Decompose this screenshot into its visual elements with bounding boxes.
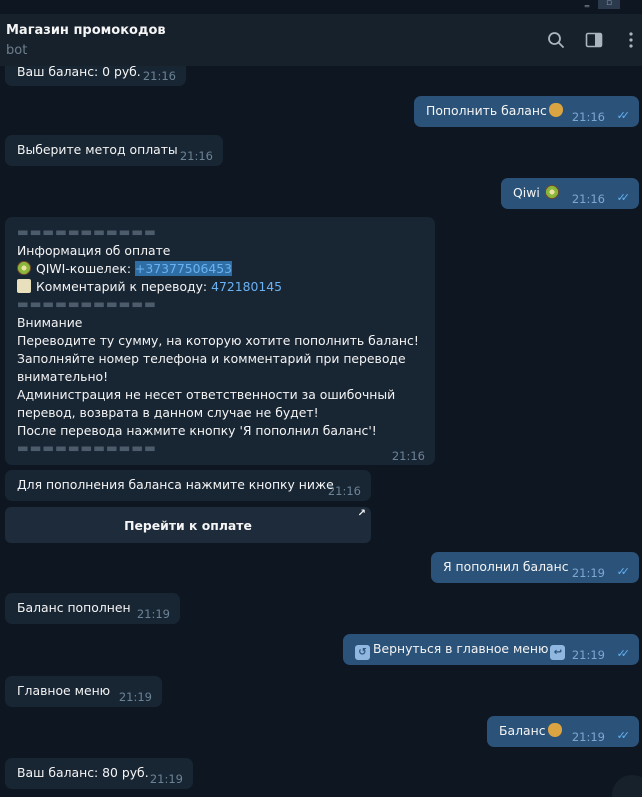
separator: ▬▬▬▬▬▬▬▬▬▬▬ [17, 296, 157, 311]
chat-title[interactable]: Магазин промокодов [6, 23, 166, 38]
scroll-down-button[interactable] [612, 775, 642, 797]
chat-subtitle: bot [6, 43, 28, 58]
message-incoming: Для пополнения баланса нажмите кнопку ни… [5, 470, 371, 501]
separator: ▬▬▬▬▬▬▬▬▬▬▬ [17, 440, 157, 455]
message-time: 21:16 [571, 110, 605, 124]
message-outgoing: Я пополнил баланс 21:19 ✓✓ [431, 552, 639, 583]
message-text: внимательно! [17, 369, 109, 384]
message-incoming: Ваш баланс: 80 руб. 21:19 [5, 758, 193, 789]
read-checkmark-icon: ✓✓ [616, 191, 631, 204]
message-outgoing: Баланс 21:19 ✓✓ [487, 716, 639, 747]
message-time: 21:19 [571, 566, 605, 580]
button-label: Перейти к оплате [124, 517, 252, 533]
external-link-icon: ↗ [357, 508, 366, 519]
read-checkmark-icon: ✓✓ [616, 647, 631, 660]
money-bag-icon [548, 103, 563, 117]
message-text: Главное меню [17, 683, 111, 698]
message-time: 21:19 [571, 648, 605, 662]
return-arrow-icon: ↩ [550, 645, 566, 660]
message-text: Баланс пополнен [17, 600, 131, 615]
message-text: Пополнить баланс [426, 103, 547, 118]
read-checkmark-icon: ✓✓ [616, 109, 631, 122]
message-text: Администрация не несет ответственности з… [17, 387, 396, 402]
message-time: 21:16 [327, 484, 361, 498]
window-controls: ‗ ▫ [576, 0, 642, 9]
message-time: 21:16 [179, 149, 213, 163]
maximize-icon[interactable]: ▫ [598, 0, 620, 9]
comment-code-link[interactable]: 472180145 [211, 279, 282, 294]
message-time: 21:16 [391, 449, 425, 463]
read-checkmark-icon: ✓✓ [616, 729, 631, 742]
search-icon[interactable] [547, 31, 565, 49]
message-text: перевод, возврата в данном случае не буд… [17, 405, 319, 420]
message-incoming: Главное меню 21:19 [5, 676, 162, 707]
chat-header: Магазин промокодов bot [0, 14, 642, 66]
message-incoming: Баланс пополнен 21:19 [5, 593, 180, 624]
message-text: Переводите ту сумму, на которую хотите п… [17, 333, 419, 348]
minimize-icon[interactable]: ‗ [576, 0, 598, 9]
message-incoming: Ваш баланс: 0 руб. 21:16 [5, 66, 186, 86]
message-list[interactable]: Ваш баланс: 0 руб. 21:16 Пополнить балан… [0, 66, 642, 797]
sidebar-toggle-icon[interactable] [585, 31, 603, 49]
payment-info-message: ▬▬▬▬▬▬▬▬▬▬▬ Информация об оплате QIWI-ко… [5, 217, 435, 465]
message-time: 21:16 [571, 192, 605, 206]
read-checkmark-icon: ✓✓ [616, 565, 631, 578]
message-text: Для пополнения баланса нажмите кнопку ни… [17, 477, 334, 492]
message-text: Вернуться в главное меню [373, 641, 549, 656]
memo-icon [17, 279, 31, 293]
kiwi-icon [17, 261, 31, 275]
go-to-payment-button[interactable]: Перейти к оплате ↗ [5, 507, 371, 543]
message-text: Ваш баланс: 0 руб. [17, 66, 141, 79]
message-text: Qiwi [513, 185, 540, 200]
wallet-label: QIWI-кошелек: [36, 261, 132, 276]
message-text: Заполняйте номер телефона и комментарий … [17, 351, 406, 366]
message-incoming: Выберите метод оплаты 21:16 [5, 135, 223, 166]
message-outgoing: Пополнить баланс 21:16 ✓✓ [414, 96, 639, 127]
message-outgoing: ↺ Вернуться в главное меню ↩ 21:19 ✓✓ [343, 634, 639, 665]
message-outgoing: Qiwi 21:16 ✓✓ [501, 178, 639, 209]
wallet-number-link[interactable]: +37377506453 [134, 261, 233, 276]
kiwi-icon [544, 185, 559, 199]
message-time: 21:19 [571, 730, 605, 744]
close-icon[interactable] [620, 0, 642, 9]
payment-heading: Информация об оплате [17, 243, 171, 258]
message-time: 21:16 [142, 69, 176, 83]
money-bag-icon [547, 723, 562, 737]
message-text: Я пополнил баланс [443, 559, 569, 574]
comment-label: Комментарий к переводу: [36, 279, 208, 294]
message-text: Выберите метод оплаты [17, 142, 178, 157]
more-icon[interactable] [622, 31, 640, 49]
message-text: После перевода нажмите кнопку 'Я пополни… [17, 423, 377, 438]
attention-text: Внимание [17, 315, 83, 330]
message-text: Ваш баланс: 80 руб. [17, 765, 149, 780]
separator: ▬▬▬▬▬▬▬▬▬▬▬ [17, 224, 157, 239]
message-time: 21:19 [149, 772, 183, 786]
message-text: Баланс [499, 723, 546, 738]
message-time: 21:19 [136, 607, 170, 621]
return-arrow-icon: ↺ [355, 645, 370, 660]
message-time: 21:19 [118, 690, 152, 704]
